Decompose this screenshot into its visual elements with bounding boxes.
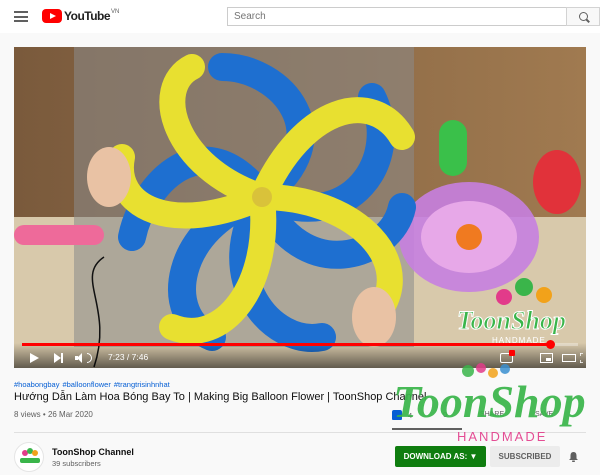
channel-logo-icon (20, 448, 40, 463)
like-button[interactable]: 4 (392, 410, 412, 420)
download-button[interactable]: DOWNLOAD AS: ▼ (395, 446, 486, 467)
video-title: Hướng Dẫn Làm Hoa Bóng Bay To | Making B… (14, 391, 427, 403)
fullscreen-icon[interactable] (580, 353, 586, 363)
duration: 7:46 (131, 352, 149, 362)
youtube-logo[interactable]: YouTube VN (42, 9, 119, 23)
time-separator: / (124, 352, 132, 362)
hashtag-link[interactable]: #balloonflower (62, 380, 110, 389)
next-icon[interactable] (54, 353, 64, 363)
dislike-button[interactable]: 0 (443, 410, 447, 419)
progress-bar[interactable] (22, 340, 578, 349)
miniplayer-icon[interactable] (540, 353, 553, 363)
logo-region: VN (111, 9, 120, 15)
search-button[interactable] (566, 7, 600, 26)
thumbs-up-icon (392, 410, 402, 420)
theater-mode-icon[interactable] (562, 354, 576, 362)
view-count: 8 views (14, 410, 41, 419)
time-display: 7:23 / 7:46 (108, 352, 148, 362)
progress-fill (22, 343, 551, 346)
subscribed-button[interactable]: SUBSCRIBED (490, 446, 560, 467)
logo-text: YouTube (64, 9, 111, 23)
like-count: 4 (408, 410, 413, 420)
top-bar: YouTube VN (0, 0, 600, 33)
divider (14, 432, 586, 433)
overlay-brand-text: ToonShop (457, 306, 566, 335)
like-ratio-fill (392, 428, 462, 430)
hashtag-link[interactable]: #hoabongbay (14, 380, 59, 389)
hamburger-menu-icon[interactable] (14, 11, 28, 22)
channel-avatar[interactable] (14, 442, 44, 472)
volume-wave-icon (87, 353, 92, 363)
video-frame: ToonShop HANDMADE (14, 47, 586, 368)
hashtag-link[interactable]: #trangtrisinhnhat (114, 380, 170, 389)
publish-date: 26 Mar 2020 (47, 410, 93, 419)
progress-scrubber[interactable] (546, 340, 556, 349)
channel-name[interactable]: ToonShop Channel (52, 447, 134, 457)
captions-icon[interactable] (500, 350, 515, 363)
subscriber-count: 39 subscribers (52, 459, 101, 468)
toonshop-watermark: ToonShop HANDMADE (393, 363, 586, 443)
current-time: 7:23 (108, 352, 125, 362)
player-controls: 7:23 / 7:46 (14, 340, 586, 368)
search-icon (578, 12, 588, 21)
play-icon[interactable] (30, 353, 39, 363)
volume-icon[interactable] (75, 353, 87, 363)
notification-bell-icon[interactable] (568, 451, 579, 462)
share-button[interactable]: SHARE (480, 411, 504, 418)
youtube-play-icon (42, 9, 62, 23)
save-button[interactable]: SAVE (535, 411, 553, 418)
hashtags: #hoabongbay #balloonflower #trangtrisinhnh… (14, 380, 173, 389)
search-input[interactable] (227, 7, 567, 26)
like-ratio-bar (392, 428, 462, 430)
video-meta: 8 views • 26 Mar 2020 (14, 410, 93, 419)
video-player[interactable]: ToonShop HANDMADE 7:23 / 7:46 (14, 47, 586, 368)
dislike-count: 0 (443, 410, 448, 419)
